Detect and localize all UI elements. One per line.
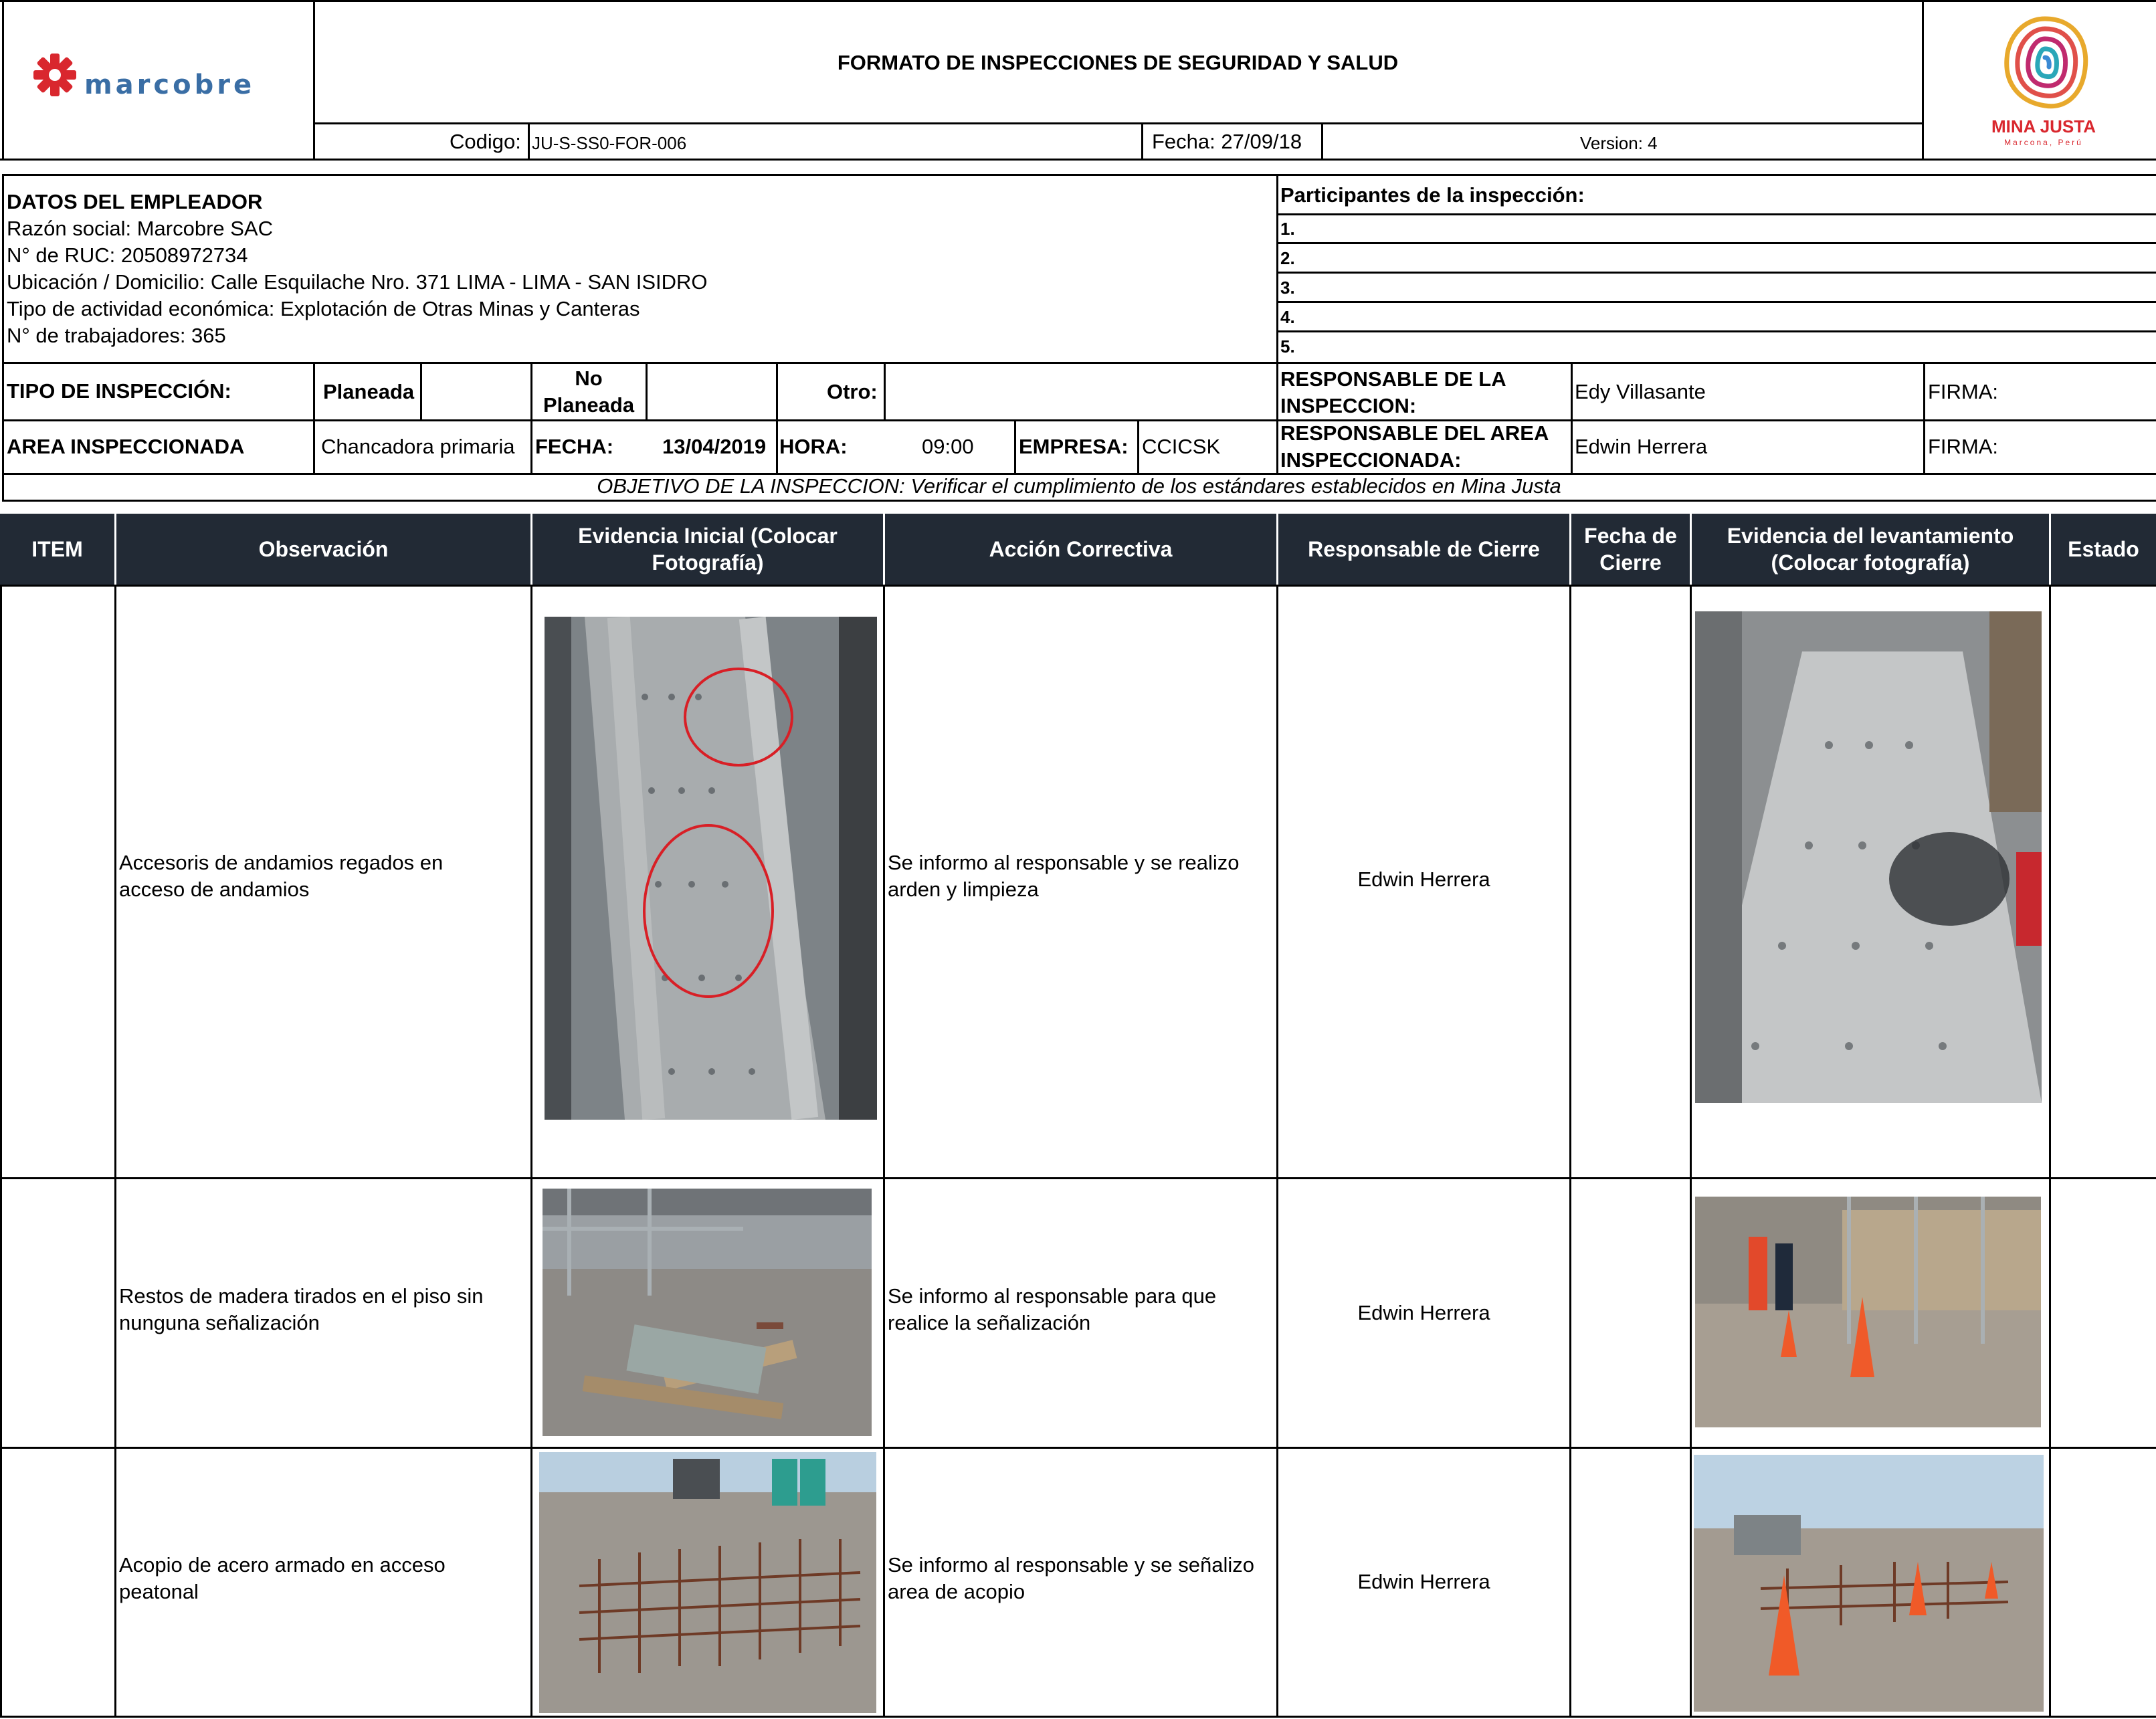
responsable-cell: Edwin Herrera [1357,1301,1490,1324]
header-line: Evidencia Inicial (Colocar [578,524,838,548]
label-line: RESPONSABLE DE LA [1280,367,1506,391]
col-header-observacion: Observación [258,537,389,561]
initial-evidence-photo[interactable] [543,1189,872,1436]
steel-rebar-image [539,1452,876,1713]
employer-title: DATOS DEL EMPLEADOR [7,190,263,213]
header-line: Fecha de [1584,524,1677,548]
mina-justa-sub: Marcona, Perú [2004,138,2083,147]
closure-evidence-photo[interactable] [1695,1197,2041,1427]
col-header-responsable: Responsable de Cierre [1308,537,1540,561]
no-planeada-line: Planeada [543,393,635,417]
clean-walkway-image [1695,611,2042,1103]
signaled-area-image [1695,1197,2041,1427]
responsable-cell: Edwin Herrera [1357,1570,1490,1593]
responsable-inspeccion-value: Edy Villasante [1575,380,1706,403]
label-line: INSPECCION: [1280,394,1417,417]
codigo-label: Codigo: [450,130,521,153]
observation-line: Restos de madera tirados en el piso sin [119,1284,484,1308]
responsable-cell: Edwin Herrera [1357,868,1490,891]
signaled-rebar-image [1694,1455,2044,1712]
observation-cell: Acopio de acero armado en acceso peatona… [119,1552,527,1612]
participant-slot[interactable]: 4. [1280,304,1295,330]
observation-line: peatonal [119,1580,199,1603]
header-line: Evidencia del levantamiento [1727,524,2014,548]
empresa-label: EMPRESA: [1019,435,1129,458]
employer-line: Tipo de actividad económica: Explotación… [7,297,640,320]
responsable-area-value: Edwin Herrera [1575,435,1708,458]
fecha-label: FECHA: [535,435,614,458]
employer-line: N° de RUC: 20508972734 [7,243,248,267]
responsable-area-label: RESPONSABLE DEL AREA INSPECCIONADA: [1280,420,1549,474]
area-value: Chancadora primaria [321,435,515,458]
mina-justa-logo: MINA JUSTA Marcona, Perú [1980,12,2107,153]
action-cell: Se informo al responsable para que reali… [888,1283,1276,1343]
participants-title: Participantes de la inspección: [1280,183,1585,207]
scaffold-photo-image [545,617,877,1120]
action-line: Se informo al responsable y se señalizo [888,1553,1254,1577]
col-header-accion: Acción Correctiva [989,537,1173,561]
participant-slot[interactable]: 1. [1280,215,1295,242]
col-header-estado: Estado [2068,537,2139,561]
employer-line: Razón social: Marcobre SAC [7,217,273,240]
initial-evidence-photo[interactable] [539,1452,876,1713]
employer-line: Ubicación / Domicilio: Calle Esquilache … [7,270,708,294]
marcobre-logo: marcobre [32,49,286,103]
observation-line: Accesoris de andamios regados en [119,851,444,874]
tipo-inspeccion-label: TIPO DE INSPECCIÓN: [7,379,231,403]
col-header-fecha-cierre: Fecha de Cierre [1571,514,1690,585]
fingerprint-icon [2004,16,2088,109]
action-line: Se informo al responsable y se realizo [888,851,1240,874]
otro-label: Otro: [827,380,878,403]
mina-justa-name: MINA JUSTA [1991,116,2096,136]
inspection-objective: OBJETIVO DE LA INSPECCION: Verificar el … [597,474,1561,498]
empresa-value: CCICSK [1142,435,1221,458]
form-title: FORMATO DE INSPECCIONES DE SEGURIDAD Y S… [837,51,1399,74]
wood-debris-image [543,1189,872,1436]
fecha-value: 13/04/2019 [662,435,767,458]
codigo-value: JU-S-SS0-FOR-006 [532,133,687,153]
action-line: realice la señalización [888,1311,1091,1334]
observation-line: nunguna señalización [119,1311,320,1334]
employer-line: N° de trabajadores: 365 [7,324,226,347]
no-planeada-option[interactable]: No Planeada [532,365,645,419]
area-inspeccionada-label: AREA INSPECCIONADA [7,435,245,458]
label-line: INSPECCIONADA: [1280,448,1462,472]
participant-slot[interactable]: 3. [1280,274,1295,301]
header-fecha: Fecha: 27/09/18 [1152,130,1302,153]
firma-label: FIRMA: [1928,380,1999,403]
observation-cell: Restos de madera tirados en el piso sin … [119,1283,527,1343]
no-planeada-line: No [575,367,603,390]
header-line: Cierre [1599,550,1662,575]
hora-value: 09:00 [922,435,974,458]
label-line: RESPONSABLE DEL AREA [1280,421,1549,445]
header-version: Version: 4 [1580,133,1658,153]
initial-evidence-photo[interactable] [545,617,877,1120]
action-line: area de acopio [888,1580,1025,1603]
action-line: Se informo al responsable para que [888,1284,1217,1308]
action-cell: Se informo al responsable y se señalizo … [888,1552,1276,1612]
marcobre-wordmark: marcobre [84,70,256,100]
action-cell: Se informo al responsable y se realizo a… [888,849,1276,910]
header-line: (Colocar fotografía) [1771,550,1970,575]
closure-evidence-photo[interactable] [1694,1455,2044,1712]
observation-cell: Accesoris de andamios regados en acceso … [119,849,527,910]
observation-line: Acopio de acero armado en acceso [119,1553,446,1577]
marcobre-star-icon [33,54,76,96]
col-header-evidencia-inicial: Evidencia Inicial (Colocar Fotografía) [532,514,883,585]
col-header-item: ITEM [31,537,83,561]
responsable-inspeccion-label: RESPONSABLE DE LA INSPECCION: [1280,366,1506,419]
planeada-option[interactable]: Planeada [323,379,414,405]
header-line: Fotografía) [652,550,764,575]
participant-slot[interactable]: 2. [1280,245,1295,272]
closure-evidence-photo[interactable] [1695,611,2042,1103]
observation-line: acceso de andamios [119,878,310,901]
action-line: arden y limpieza [888,878,1039,901]
col-header-evidencia-levantamiento: Evidencia del levantamiento (Colocar fot… [1692,514,2049,585]
hora-label: HORA: [779,435,848,458]
participant-slot[interactable]: 5. [1280,333,1295,360]
firma-label: FIRMA: [1928,435,1999,458]
